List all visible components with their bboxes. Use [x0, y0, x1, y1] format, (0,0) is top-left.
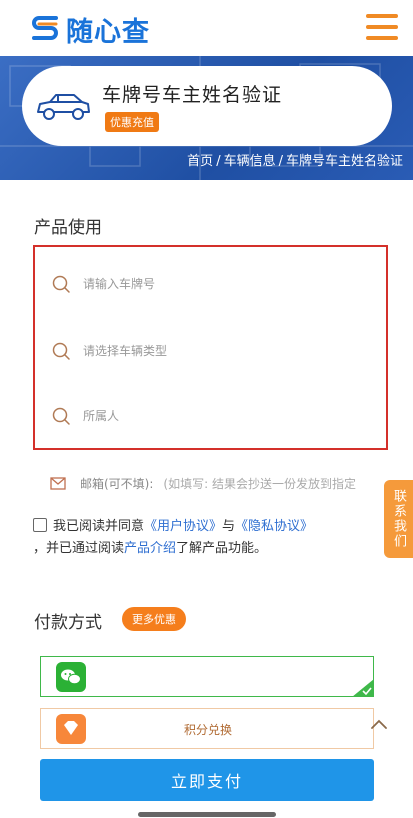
plate-number-input[interactable]	[83, 277, 343, 291]
product-usage-title: 产品使用	[34, 218, 102, 238]
payment-method-title: 付款方式	[34, 613, 102, 633]
vehicle-input-form	[33, 245, 388, 450]
car-outline-icon	[37, 94, 90, 120]
product-intro-link[interactable]: 产品介绍	[124, 541, 176, 556]
wechat-pay-icon	[56, 662, 86, 692]
product-title-card: 车牌号车主姓名验证 优惠充值	[22, 66, 392, 146]
agreement-line2-prefix: ，并已通过阅读	[33, 541, 125, 556]
points-exchange-label: 积分兑换	[183, 723, 232, 737]
breadcrumb-current: 车牌号车主姓名验证	[285, 154, 403, 169]
pay-now-button[interactable]: 立即支付	[40, 759, 374, 801]
search-icon	[52, 275, 70, 293]
agreement-line2-suffix: 了解产品功能。	[176, 541, 268, 556]
agreement-prefix: 我已阅读并同意	[53, 519, 145, 534]
hamburger-menu-icon[interactable]	[366, 14, 398, 42]
top-bar: 随心查	[0, 0, 413, 56]
more-discounts-badge[interactable]: 更多优惠	[122, 607, 186, 631]
breadcrumb-separator: /	[216, 154, 221, 169]
agreement-checkbox[interactable]	[33, 518, 47, 532]
email-label: 邮箱(可不填):	[80, 476, 154, 491]
agreement-text: 我已阅读并同意《用户协议》与《隐私协议》 ，并已通过阅读产品介绍了解产品功能。	[33, 516, 373, 560]
logo-text[interactable]: 随心查	[66, 10, 150, 49]
promo-recharge-badge[interactable]: 优惠充值	[105, 112, 159, 132]
breadcrumb-separator: /	[278, 154, 283, 169]
home-indicator	[138, 812, 276, 817]
mail-icon	[50, 476, 66, 490]
points-exchange-option[interactable]: 积分兑换	[40, 708, 374, 749]
chevron-up-icon[interactable]	[370, 718, 388, 730]
vehicle-type-select[interactable]	[83, 344, 343, 358]
s-logo-icon	[32, 16, 58, 40]
selected-check-icon	[352, 679, 374, 697]
search-icon	[52, 407, 70, 425]
owner-name-input[interactable]	[83, 409, 343, 423]
privacy-agreement-link[interactable]: 《隐私协议》	[235, 519, 313, 534]
plate-number-field[interactable]	[51, 272, 343, 296]
breadcrumb-vehicle-info[interactable]: 车辆信息	[224, 154, 276, 169]
agreement-and: 与	[222, 519, 236, 534]
product-banner: 车牌号车主姓名验证 优惠充值 首页 / 车辆信息 / 车牌号车主姓名验证	[0, 56, 413, 180]
wechat-pay-option[interactable]	[40, 656, 374, 697]
vehicle-type-field[interactable]	[51, 339, 343, 363]
email-field[interactable]: 邮箱(可不填): (如填写: 结果会抄送一份发放到指定	[50, 473, 380, 493]
user-agreement-link[interactable]: 《用户协议》	[144, 519, 222, 534]
owner-field[interactable]	[51, 404, 343, 428]
contact-us-button[interactable]: 联系我们	[384, 480, 413, 558]
breadcrumb-home[interactable]: 首页	[187, 154, 213, 169]
breadcrumb: 首页 / 车辆信息 / 车牌号车主姓名验证	[187, 150, 403, 169]
search-icon	[52, 342, 70, 360]
email-hint: (如填写: 结果会抄送一份发放到指定	[163, 476, 356, 491]
product-title: 车牌号车主姓名验证	[102, 84, 283, 106]
